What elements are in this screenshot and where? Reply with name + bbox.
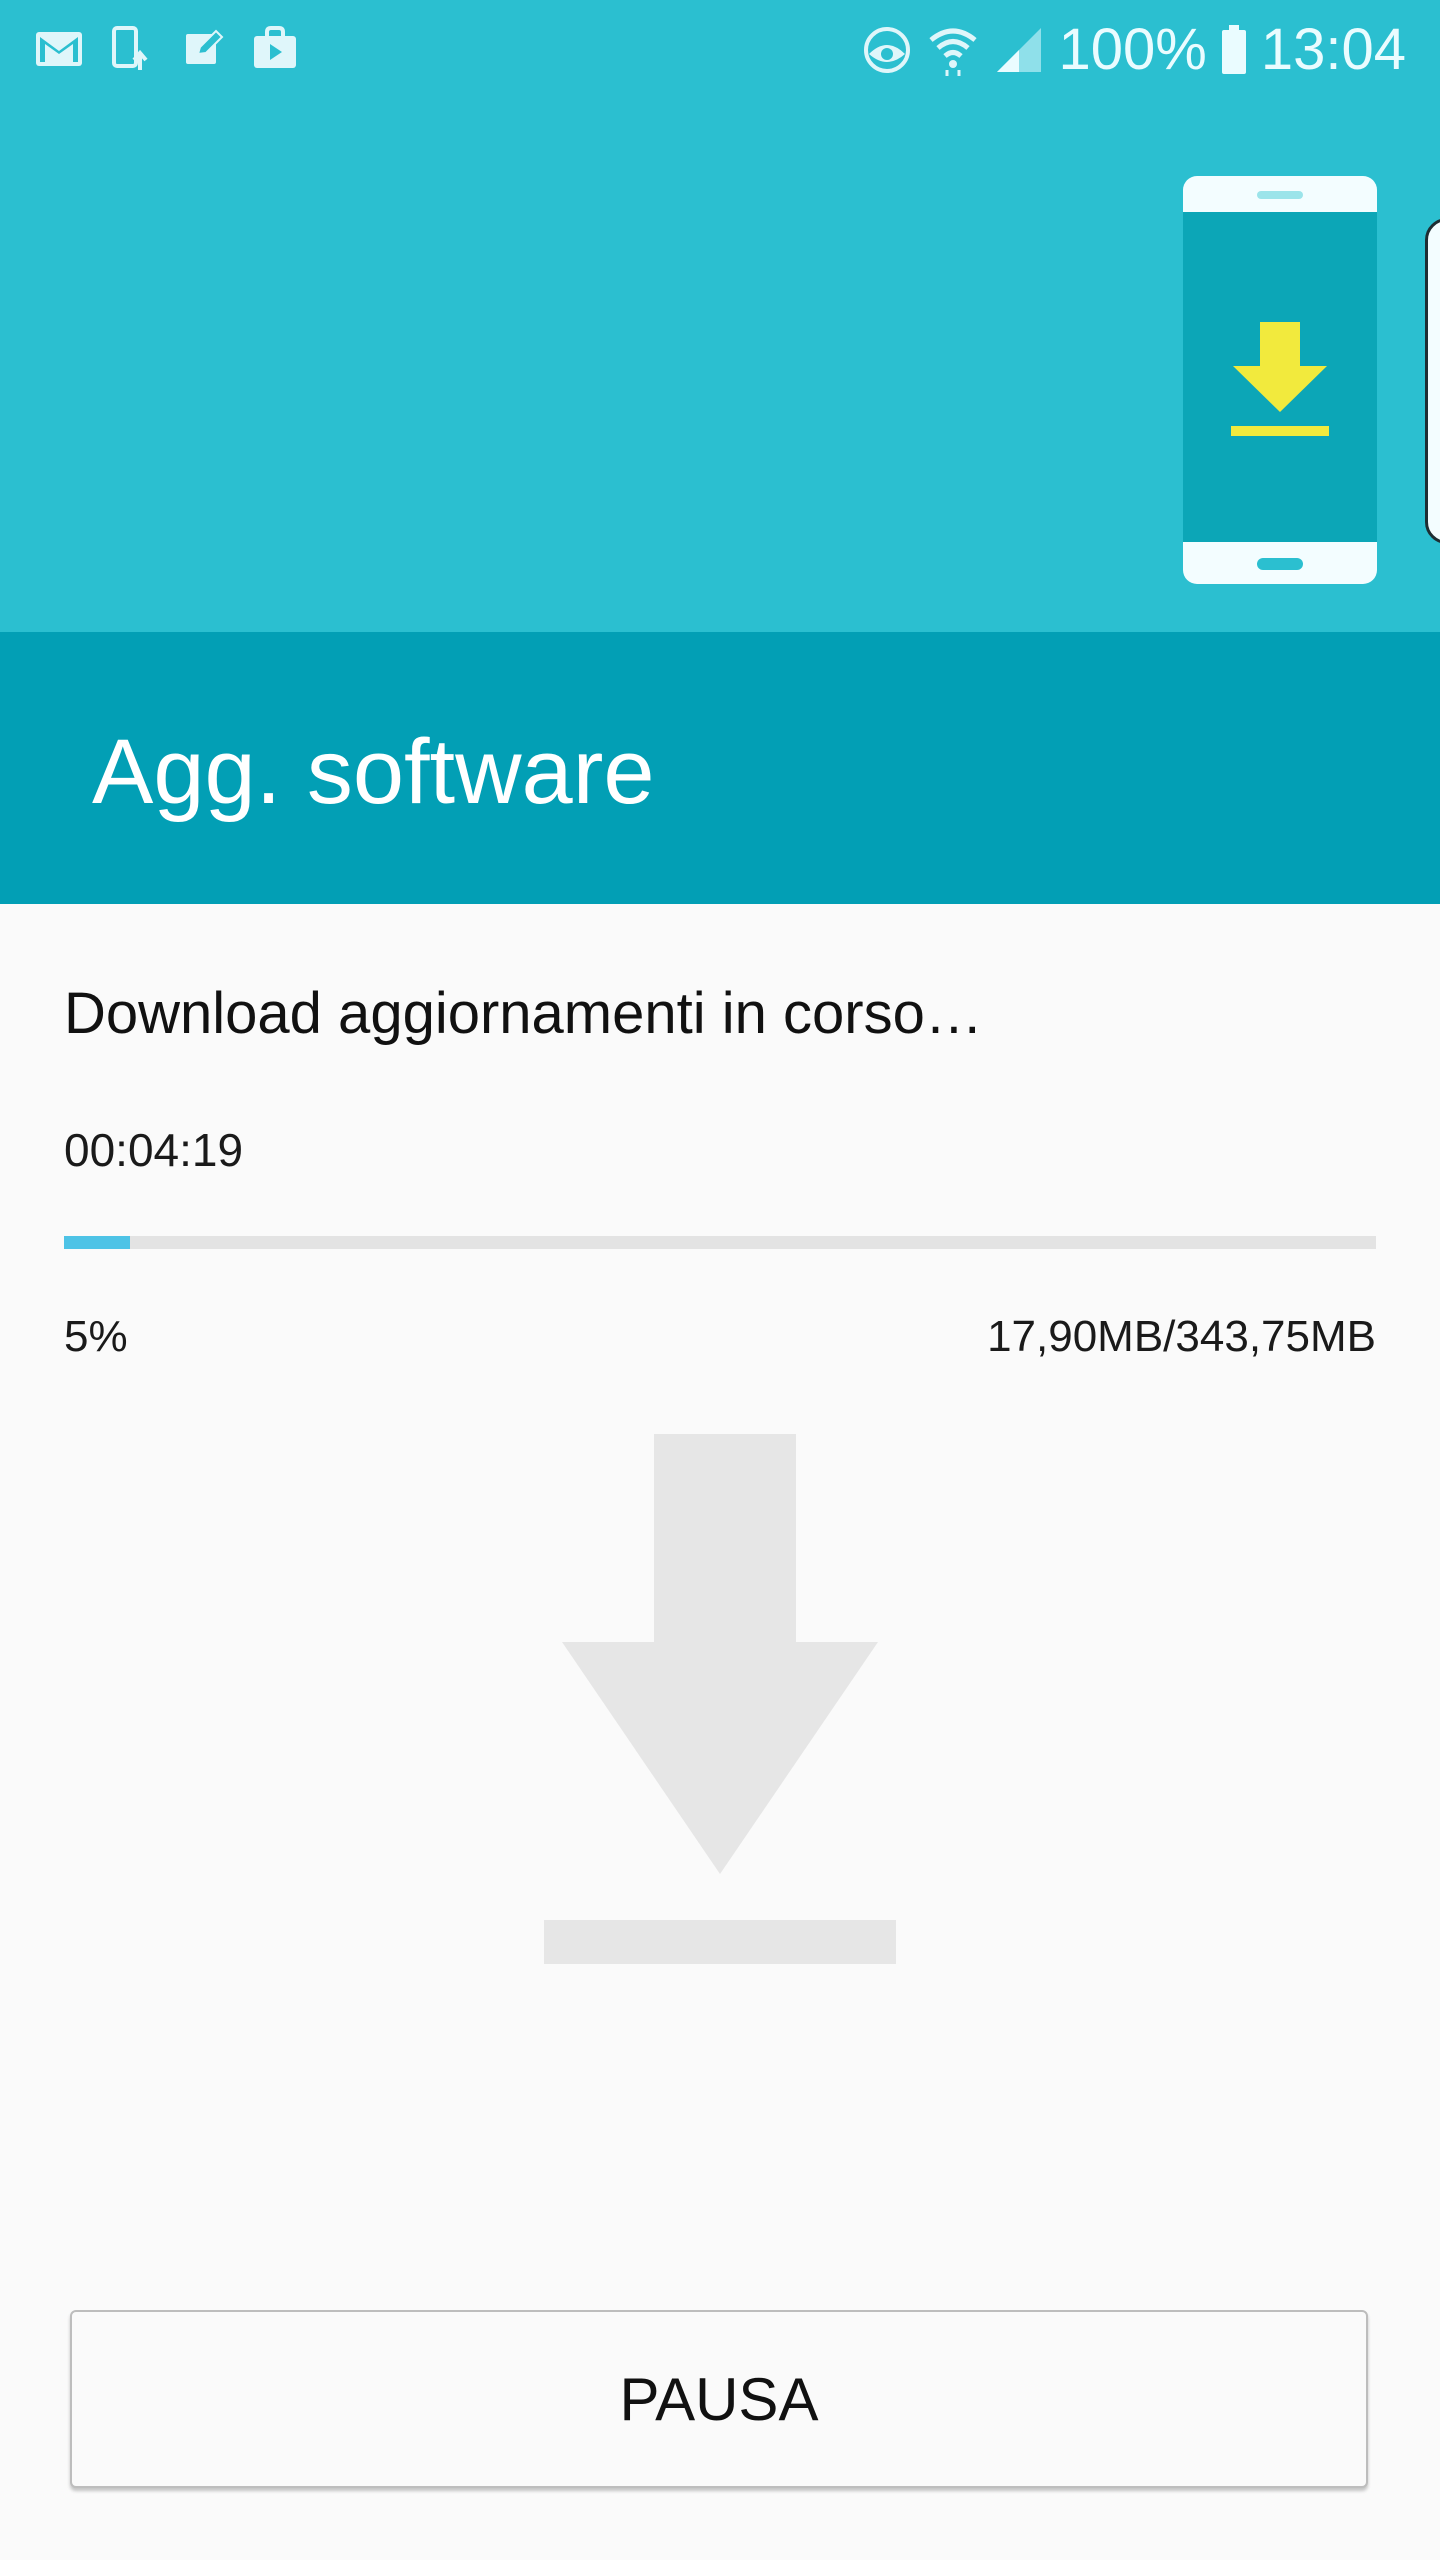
device-update-icon xyxy=(112,26,148,70)
note-edit-icon xyxy=(186,29,224,64)
battery-icon xyxy=(1221,25,1246,74)
secondary-phone-edge xyxy=(1425,218,1440,544)
system-status: 100% 13:04 xyxy=(861,16,1406,84)
clock: 13:04 xyxy=(1260,17,1406,82)
download-arrow-icon xyxy=(544,1434,896,1964)
download-progress-fill xyxy=(64,1236,130,1249)
pause-button[interactable]: PAUSA xyxy=(70,2310,1368,2488)
phone-download-illustration xyxy=(1183,176,1377,584)
battery-percentage: 100% xyxy=(1058,17,1207,82)
header-illustration-area: 100% 13:04 xyxy=(0,0,1440,632)
wifi-icon xyxy=(928,28,977,76)
page-title: Agg. software xyxy=(92,721,655,823)
download-size: 17,90MB/343,75MB xyxy=(987,1312,1376,1361)
elapsed-time: 00:04:19 xyxy=(64,1124,244,1176)
status-bar: 100% 13:04 xyxy=(0,0,1440,100)
play-store-bag-icon xyxy=(254,26,296,68)
progress-percentage: 5% xyxy=(64,1312,128,1361)
cellular-signal-icon xyxy=(996,28,1041,72)
gmail-icon xyxy=(36,32,82,66)
notification-icons xyxy=(34,26,300,72)
eye-comfort-icon xyxy=(863,27,910,73)
download-progress-bar xyxy=(64,1236,1376,1249)
download-status-text: Download aggiornamenti in corso… xyxy=(64,981,983,1046)
